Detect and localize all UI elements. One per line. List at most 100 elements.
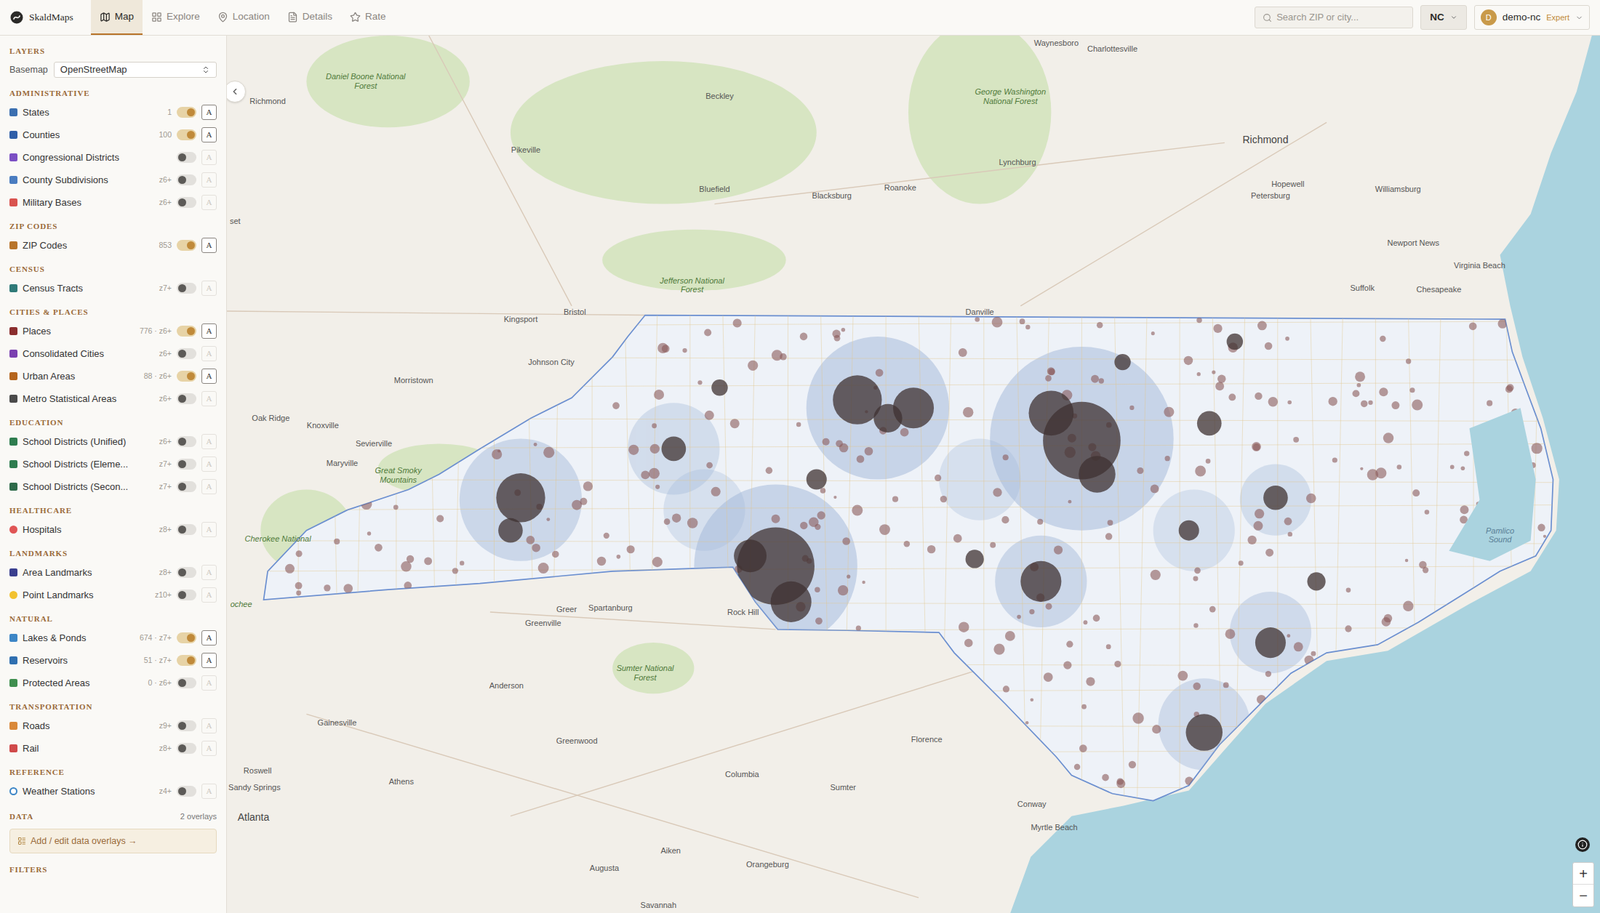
label-button[interactable]: A xyxy=(201,565,217,581)
layer-row[interactable]: ZIP Codes853A xyxy=(0,234,227,257)
basemap-select[interactable]: OpenStreetMap xyxy=(53,61,217,78)
map-info-button[interactable] xyxy=(1575,837,1590,853)
map-canvas[interactable] xyxy=(226,35,1600,913)
layer-toggle[interactable] xyxy=(176,720,197,732)
layer-row[interactable]: School Districts (Eleme...z7+A xyxy=(0,453,227,476)
nav-tab[interactable]: Rate xyxy=(341,0,395,35)
layer-toggle[interactable] xyxy=(176,129,197,141)
label-button[interactable]: A xyxy=(201,718,217,734)
label-button[interactable]: A xyxy=(201,368,217,384)
layer-row[interactable]: Hospitalsz8+A xyxy=(0,518,227,542)
layer-toggle[interactable] xyxy=(176,174,197,186)
layer-toggle[interactable] xyxy=(176,348,197,360)
layer-row[interactable]: School Districts (Secon...z7+A xyxy=(0,475,227,499)
layer-name: Roads xyxy=(22,719,155,734)
label-button[interactable]: A xyxy=(201,127,217,143)
map-label: Bristol xyxy=(563,306,587,319)
layer-row[interactable]: Counties100A xyxy=(0,123,227,147)
label-button[interactable]: A xyxy=(201,172,217,188)
layer-name: Urban Areas xyxy=(22,369,139,384)
layer-row[interactable]: Point Landmarksz10+A xyxy=(0,584,227,607)
layer-toggle[interactable] xyxy=(176,393,197,405)
layer-toggle[interactable] xyxy=(176,152,197,163)
layer-row[interactable]: Area Landmarksz8+A xyxy=(0,561,227,584)
label-button[interactable]: A xyxy=(201,653,217,669)
label-button[interactable]: A xyxy=(201,456,217,472)
label-button[interactable]: A xyxy=(201,194,217,211)
layer-toggle[interactable] xyxy=(176,589,197,601)
label-button[interactable]: A xyxy=(201,280,217,296)
label-button[interactable]: A xyxy=(201,434,217,450)
nav-tab[interactable]: Map xyxy=(90,0,143,35)
label-button[interactable]: A xyxy=(201,784,217,800)
layer-row[interactable]: Metro Statistical Areasz6+A xyxy=(0,387,227,411)
label-button[interactable]: A xyxy=(201,522,217,538)
layer-toggle[interactable] xyxy=(176,524,197,536)
layer-section: ZIP CODESZIP Codes853A xyxy=(0,213,227,257)
label-button[interactable]: A xyxy=(201,149,217,166)
nav-tab[interactable]: Explore xyxy=(142,0,209,35)
nav-tab[interactable]: Details xyxy=(278,0,342,35)
map-label: Anderson xyxy=(489,680,524,693)
zoom-out-button[interactable]: − xyxy=(1573,885,1594,907)
layer-toggle[interactable] xyxy=(176,655,197,667)
label-button[interactable]: A xyxy=(201,630,217,646)
layer-toggle[interactable] xyxy=(176,632,197,644)
layer-toggle[interactable] xyxy=(176,436,197,448)
layer-row[interactable]: Roadsz9+A xyxy=(0,714,227,738)
label-button[interactable]: A xyxy=(201,346,217,362)
nav-tab[interactable]: Location xyxy=(208,0,279,35)
label-button[interactable]: A xyxy=(201,587,217,603)
label-button[interactable]: A xyxy=(201,741,217,757)
layer-row[interactable]: School Districts (Unified)z6+A xyxy=(0,430,227,454)
layer-row[interactable]: Railz8+A xyxy=(0,737,227,760)
layer-section: CENSUSCensus Tractsz7+A xyxy=(0,256,227,300)
label-button[interactable]: A xyxy=(201,323,217,339)
map-view[interactable]: WaynesboroCharlottesvilleRichmondRichmon… xyxy=(226,35,1600,913)
layer-toggle[interactable] xyxy=(176,240,197,251)
user-menu[interactable]: Ddemo-ncExpert xyxy=(1474,5,1590,30)
label-button[interactable]: A xyxy=(201,391,217,407)
layer-toggle[interactable] xyxy=(176,106,197,118)
layer-row[interactable]: Military Basesz6+A xyxy=(0,191,227,214)
label-button[interactable]: A xyxy=(201,479,217,495)
layer-toggle[interactable] xyxy=(176,458,197,470)
layer-row[interactable]: Lakes & Ponds674 · z7+A xyxy=(0,626,227,650)
layer-row[interactable]: Places776 · z6+A xyxy=(0,320,227,343)
layer-toggle[interactable] xyxy=(176,282,197,294)
layer-toggle[interactable] xyxy=(176,677,197,689)
zoom-in-button[interactable]: + xyxy=(1573,863,1594,886)
layer-row[interactable]: County Subdivisionsz6+A xyxy=(0,168,227,192)
layer-toggle[interactable] xyxy=(176,481,197,493)
app-logo[interactable]: SkaldMaps xyxy=(10,10,84,25)
map-label: Cherokee National xyxy=(245,534,312,544)
layer-row[interactable]: States1A xyxy=(0,101,227,124)
layer-toggle[interactable] xyxy=(176,325,197,337)
layer-row[interactable]: Protected Areas0 · z6+A xyxy=(0,672,227,695)
layer-toggle[interactable] xyxy=(176,197,197,208)
overlay-button[interactable]: Add / edit data overlays → xyxy=(9,829,217,854)
layer-toggle[interactable] xyxy=(176,743,197,755)
layer-toggle[interactable] xyxy=(176,370,197,382)
layer-row[interactable]: Weather Stationsz4+A xyxy=(0,780,227,803)
map-label: Kingsport xyxy=(504,313,538,326)
layer-row[interactable]: Consolidated Citiesz6+A xyxy=(0,342,227,366)
label-button[interactable]: A xyxy=(201,237,217,254)
layer-toggle[interactable] xyxy=(176,567,197,579)
layer-row[interactable]: Census Tractsz7+A xyxy=(0,277,227,300)
layer-toggle[interactable] xyxy=(176,786,197,798)
layer-name: Counties xyxy=(22,128,154,143)
layer-row[interactable]: Urban Areas88 · z6+A xyxy=(0,365,227,388)
layer-count: z10+ xyxy=(154,589,172,602)
map-label: Greenwood xyxy=(556,735,598,748)
layer-row[interactable]: Reservoirs51 · z7+A xyxy=(0,649,227,672)
layer-row[interactable]: Congressional DistrictsA xyxy=(0,146,227,169)
state-select[interactable]: NC xyxy=(1420,5,1467,30)
map-label: Lynchburg xyxy=(999,156,1037,169)
label-button[interactable]: A xyxy=(201,104,217,120)
search-field[interactable]: Search ZIP or city... xyxy=(1254,6,1414,29)
layer-count: 0 · z6+ xyxy=(148,677,172,690)
section-heading: EDUCATION xyxy=(0,410,227,431)
label-button[interactable]: A xyxy=(201,675,217,691)
layer-name: Reservoirs xyxy=(22,653,139,669)
